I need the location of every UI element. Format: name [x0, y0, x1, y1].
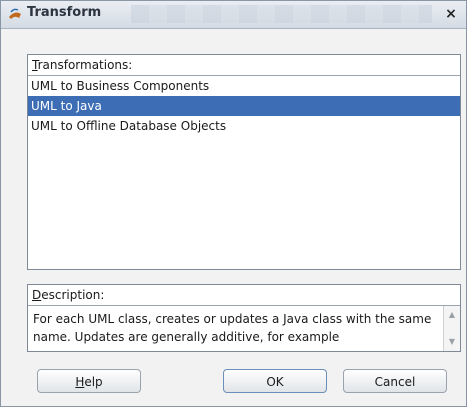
cancel-button[interactable]: Cancel: [343, 369, 447, 393]
close-icon: ×: [445, 6, 457, 22]
title-bar[interactable]: Transform ×: [1, 1, 466, 29]
description-text: For each UML class, creates or updates a…: [33, 312, 432, 344]
transformations-panel: Transformations: UML to Business Compone…: [27, 54, 461, 270]
scroll-up-icon[interactable]: ▲: [444, 308, 460, 322]
transformations-label: Transformations:: [28, 55, 460, 76]
help-button[interactable]: Help: [37, 369, 141, 393]
description-label: Description:: [28, 285, 460, 306]
description-scrollbar[interactable]: ▲ ▼: [443, 306, 460, 351]
window-title: Transform: [27, 5, 102, 20]
ok-button[interactable]: OK: [223, 369, 327, 393]
list-item-selected[interactable]: UML to Java: [28, 96, 460, 116]
list-item[interactable]: UML to Business Components: [28, 76, 460, 96]
list-item[interactable]: UML to Offline Database Objects: [28, 116, 460, 136]
scroll-down-icon[interactable]: ▼: [444, 335, 460, 349]
transformations-list[interactable]: UML to Business Components UML to Java U…: [28, 76, 460, 136]
close-button[interactable]: ×: [442, 5, 460, 23]
oracle-jdeveloper-icon: [7, 6, 23, 22]
title-bar-decoration: [131, 5, 432, 23]
description-panel: Description: For each UML class, creates…: [27, 284, 461, 352]
transform-dialog: Transform × Transformations: UML to Busi…: [0, 0, 467, 407]
